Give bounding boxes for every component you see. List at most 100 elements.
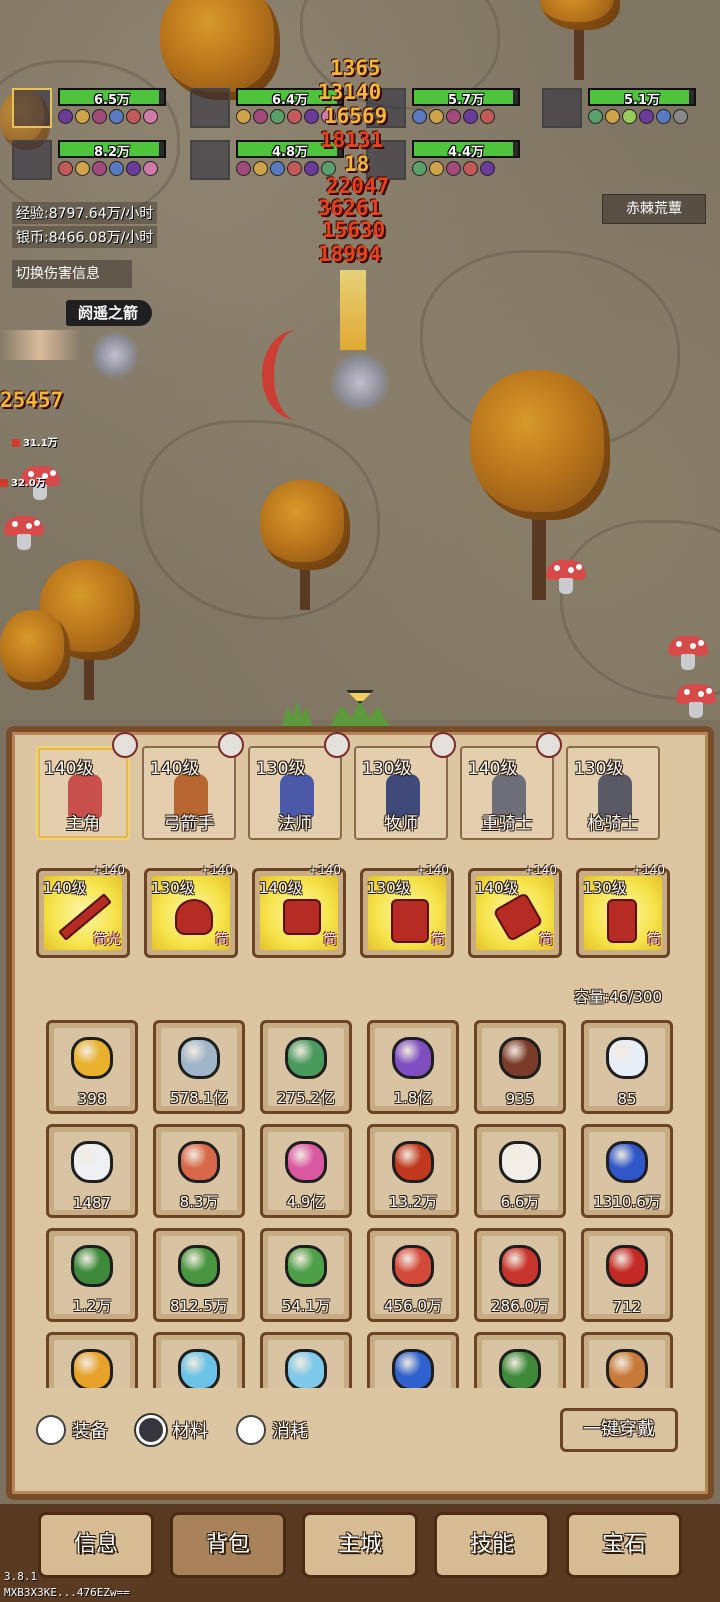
role-name: 重骑士 bbox=[481, 814, 533, 834]
item-count: 54.1万 bbox=[281, 1297, 331, 1315]
bag-slot[interactable]: 1487 bbox=[46, 1124, 138, 1218]
tab-bag[interactable]: 背包 bbox=[170, 1512, 286, 1578]
hero-portrait[interactable] bbox=[190, 88, 230, 128]
bag-slot[interactable] bbox=[46, 1332, 138, 1388]
hero-card[interactable]: 5.7万 bbox=[366, 88, 524, 130]
enemy-hp-label: 32.0万 bbox=[0, 474, 46, 489]
equip-level: 130级 bbox=[367, 879, 411, 897]
bag-slot[interactable] bbox=[474, 1332, 566, 1388]
role-name: 弓箭手 bbox=[163, 814, 215, 834]
bag-slot[interactable]: 1.2万 bbox=[46, 1228, 138, 1322]
equip-slot-weapon[interactable]: 140级 +140 简光 bbox=[36, 863, 130, 958]
helmet-icon bbox=[175, 899, 213, 935]
feather-icon bbox=[71, 1141, 113, 1183]
hp-value: 5.1万 bbox=[623, 93, 661, 108]
slash-effect bbox=[262, 330, 332, 420]
equip-level: 130级 bbox=[583, 879, 627, 897]
mushroom-enemy[interactable] bbox=[668, 636, 708, 670]
bag-slot[interactable]: 456.0万 bbox=[367, 1228, 459, 1322]
switch-damage-info-button[interactable]: 切换伤害信息 bbox=[12, 260, 132, 288]
hero-sprite-main[interactable] bbox=[330, 352, 390, 412]
role-slot-archer[interactable]: 140级 弓箭手 bbox=[142, 732, 244, 840]
hero-hp-bar: 5.7万 bbox=[412, 88, 520, 108]
zone-name-button[interactable]: 赤棘荒蕈 bbox=[602, 194, 706, 224]
hero-portrait[interactable] bbox=[12, 140, 52, 180]
bag-grid[interactable]: 398 578.1亿 275.2亿 1.8亿 935 85 1487 8.3万 4.9亿 13.2… bbox=[46, 1020, 678, 1388]
device-code-label: MXB3X3KE...476EZw== bbox=[4, 1586, 130, 1599]
equip-slot-gloves[interactable]: 140级 +140 简 bbox=[468, 863, 562, 958]
damage-number: 16569 bbox=[324, 104, 388, 128]
bag-slot[interactable]: 935 bbox=[474, 1020, 566, 1114]
bag-slot[interactable] bbox=[260, 1332, 352, 1388]
item-count: 1.2万 bbox=[72, 1297, 112, 1315]
bag-slot[interactable] bbox=[581, 1332, 673, 1388]
bag-slot[interactable]: 4.9亿 bbox=[260, 1124, 352, 1218]
role-slot-mage[interactable]: 130级 法师 bbox=[248, 732, 350, 840]
role-slot-main[interactable]: 140级 主角 bbox=[36, 732, 138, 840]
bag-slot[interactable]: 6.6万 bbox=[474, 1124, 566, 1218]
bag-slot[interactable]: 1310.6万 bbox=[581, 1124, 673, 1218]
autumn-tree bbox=[470, 370, 610, 600]
equip-slot-boots[interactable]: 130级 +140 简 bbox=[576, 863, 670, 958]
bag-slot[interactable]: 275.2亿 bbox=[260, 1020, 352, 1114]
role-name: 主角 bbox=[66, 814, 100, 834]
bag-slot[interactable]: 578.1亿 bbox=[153, 1020, 245, 1114]
filter-label: 材料 bbox=[172, 1421, 208, 1442]
gold-coin-icon bbox=[71, 1037, 113, 1079]
filter-label: 消耗 bbox=[272, 1421, 308, 1442]
filter-equipment-radio[interactable]: 装备 bbox=[36, 1414, 108, 1446]
item-count: 812.5万 bbox=[170, 1297, 228, 1315]
silver-coin-icon bbox=[178, 1037, 220, 1079]
bag-slot[interactable]: 8.3万 bbox=[153, 1124, 245, 1218]
green-orb-icon bbox=[285, 1037, 327, 1079]
silver-rate: 银币:8466.08万/小时 bbox=[12, 226, 158, 248]
arrow-effect bbox=[0, 330, 80, 360]
bag-slot[interactable]: 85 bbox=[581, 1020, 673, 1114]
hero-hp-bar: 4.4万 bbox=[412, 140, 520, 160]
role-slot-priest[interactable]: 130级 牧师 bbox=[354, 732, 456, 840]
bag-slot[interactable] bbox=[367, 1332, 459, 1388]
buff-icons bbox=[236, 109, 336, 125]
buff-icons bbox=[588, 109, 688, 125]
equip-slot-leggings[interactable]: 130级 +140 简 bbox=[360, 863, 454, 958]
equip-slot-helmet[interactable]: 130级 +140 简 bbox=[144, 863, 238, 958]
hero-card[interactable]: 6.5万 bbox=[12, 88, 170, 130]
inventory-panel: 140级 主角 140级 弓箭手 130级 法师 130级 牧师 140级重骑士 130… bbox=[0, 690, 720, 1602]
hero-portrait[interactable] bbox=[12, 88, 52, 128]
bag-slot[interactable] bbox=[153, 1332, 245, 1388]
role-level: 140级 bbox=[468, 759, 518, 779]
bag-slot[interactable]: 812.5万 bbox=[153, 1228, 245, 1322]
filter-consumable-radio[interactable]: 消耗 bbox=[236, 1414, 308, 1446]
hero-card[interactable]: 8.2万 bbox=[12, 140, 170, 182]
bag-slot[interactable]: 398 bbox=[46, 1020, 138, 1114]
role-slot-lancer[interactable]: 130级 枪骑士 bbox=[566, 746, 660, 840]
bag-slot[interactable]: 1.8亿 bbox=[367, 1020, 459, 1114]
filter-material-radio[interactable]: 材料 bbox=[136, 1414, 208, 1446]
hero-sprite-archer[interactable] bbox=[92, 330, 138, 380]
mushroom-enemy[interactable] bbox=[546, 560, 586, 594]
autumn-tree bbox=[540, 0, 620, 80]
equip-slot-armor[interactable]: 140级 +140 简 bbox=[252, 863, 346, 958]
hero-card[interactable]: 4.4万 bbox=[366, 140, 524, 182]
equip-tag: 简光 bbox=[93, 932, 121, 948]
role-slot-heavy-knight[interactable]: 140级重骑士 bbox=[460, 732, 562, 840]
bag-slot[interactable]: 712 bbox=[581, 1228, 673, 1322]
bag-slot[interactable]: 54.1万 bbox=[260, 1228, 352, 1322]
hero-portrait[interactable] bbox=[190, 140, 230, 180]
tab-gems[interactable]: 宝石 bbox=[566, 1512, 682, 1578]
buff-icons bbox=[412, 109, 495, 125]
hp-value: 4.4万 bbox=[447, 145, 485, 160]
item-count: 456.0万 bbox=[384, 1297, 442, 1315]
hero-portrait[interactable] bbox=[542, 88, 582, 128]
buff-icons bbox=[412, 161, 495, 177]
one-click-equip-button[interactable]: 一键穿戴 bbox=[560, 1408, 678, 1452]
equip-tag: 简 bbox=[431, 932, 445, 948]
bag-slot[interactable]: 286.0万 bbox=[474, 1228, 566, 1322]
bag-slot[interactable]: 13.2万 bbox=[367, 1124, 459, 1218]
tab-skills[interactable]: 技能 bbox=[434, 1512, 550, 1578]
tab-info[interactable]: 信息 bbox=[38, 1512, 154, 1578]
equip-enhance: +140 bbox=[308, 863, 341, 877]
tab-main-city[interactable]: 主城 bbox=[302, 1512, 418, 1578]
mushroom-enemy[interactable] bbox=[4, 516, 44, 550]
hero-card[interactable]: 5.1万 bbox=[542, 88, 700, 130]
